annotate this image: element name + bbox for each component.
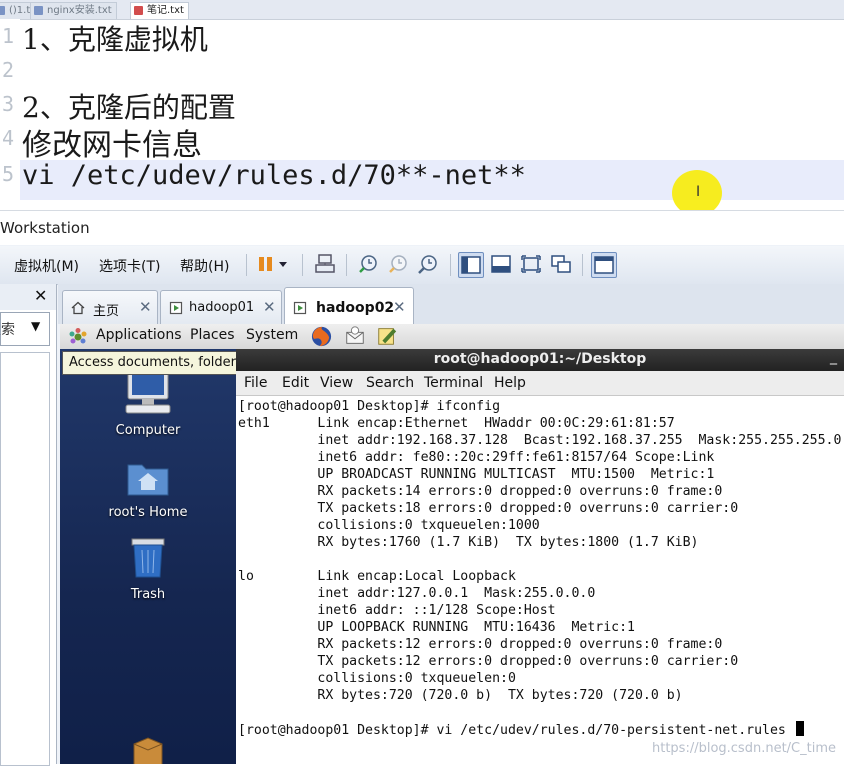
pause-icon[interactable] bbox=[254, 252, 278, 276]
desktop-icon-label: Trash bbox=[130, 587, 166, 602]
line-number: 1 bbox=[1, 24, 14, 48]
watermark: https://blog.csdn.net/C_time bbox=[651, 741, 836, 756]
vm-tab-bar: 主页 ✕ hadoop01 ✕ hadoop02 ✕ bbox=[58, 284, 844, 325]
show-library-icon[interactable] bbox=[458, 252, 484, 278]
desktop-icon-computer[interactable]: Computer bbox=[88, 369, 208, 438]
terminal-menu-bar: File Edit View Search Terminal Help bbox=[236, 371, 844, 396]
file-icon bbox=[134, 6, 143, 15]
close-icon[interactable]: ✕ bbox=[139, 298, 152, 316]
firefox-icon[interactable] bbox=[310, 325, 333, 348]
home-folder-icon bbox=[127, 464, 169, 496]
dropdown-icon[interactable] bbox=[276, 252, 290, 276]
toolbar-separator bbox=[302, 254, 303, 276]
terminal-menu-search[interactable]: Search bbox=[366, 375, 414, 391]
line-number: 3 bbox=[1, 92, 14, 116]
terminal-window[interactable]: root@hadoop01:~/Desktop _ File Edit View… bbox=[236, 349, 844, 764]
text-cursor-icon: I bbox=[696, 184, 701, 200]
terminal-title-bar: root@hadoop01:~/Desktop _ bbox=[236, 349, 844, 371]
library-search[interactable]: 搜索 ▼ bbox=[0, 312, 50, 346]
menu-toolbar: 虚拟机(M) 选项卡(T) 帮助(H) bbox=[0, 246, 844, 285]
library-header: ✕ bbox=[0, 284, 56, 310]
desktop-icon-label: root's Home bbox=[108, 505, 188, 520]
window-title: Workstation bbox=[0, 219, 90, 237]
toolbar-separator bbox=[582, 254, 583, 276]
title-bar: Workstation bbox=[0, 210, 844, 245]
close-icon[interactable]: ✕ bbox=[34, 286, 47, 305]
editor-tab-notes[interactable]: 笔记.txt bbox=[130, 2, 189, 19]
toolbar-separator bbox=[346, 254, 347, 276]
minimize-icon[interactable]: _ bbox=[830, 349, 837, 365]
editor-line-4[interactable]: 修改网卡信息 bbox=[22, 120, 202, 164]
computer-icon bbox=[125, 370, 171, 414]
panel-menu-applications[interactable]: Applications bbox=[96, 327, 182, 343]
vm-icon bbox=[293, 301, 307, 315]
vm-icon bbox=[169, 301, 183, 315]
terminal-cursor bbox=[795, 721, 804, 736]
file-icon bbox=[34, 6, 43, 15]
line-number: 4 bbox=[1, 126, 14, 150]
guest-desktop[interactable]: Computer root's Home Trash bbox=[60, 349, 236, 764]
guest-screen[interactable]: Applications Places System Computer root… bbox=[60, 324, 844, 764]
editor-line-1[interactable]: 1、克隆虚拟机 bbox=[22, 18, 208, 58]
terminal-menu-file[interactable]: File bbox=[244, 375, 267, 391]
terminal-output-area[interactable]: [root@hadoop01 Desktop]# ifconfig eth1 L… bbox=[238, 395, 844, 764]
package-icon[interactable] bbox=[130, 734, 166, 764]
terminal-output: [root@hadoop01 Desktop]# ifconfig eth1 L… bbox=[238, 399, 842, 738]
toolbar-separator bbox=[450, 254, 451, 276]
desktop-icon-label: Computer bbox=[115, 423, 181, 438]
close-icon[interactable]: ✕ bbox=[263, 298, 276, 316]
console-view-icon[interactable] bbox=[489, 252, 513, 276]
tab-hadoop01[interactable]: hadoop01 ✕ bbox=[160, 290, 282, 325]
text-editor: ()1.txt nginx安装.txt 笔记.txt 1 2 3 4 5 1、克… bbox=[0, 0, 844, 210]
snapshot-icon[interactable] bbox=[356, 252, 380, 276]
menu-tabs[interactable]: 选项卡(T) bbox=[99, 256, 160, 276]
tab-label: hadoop01 bbox=[189, 300, 255, 315]
tab-home[interactable]: 主页 ✕ bbox=[62, 290, 158, 325]
panel-menu-system[interactable]: System bbox=[246, 327, 298, 343]
line-number: 2 bbox=[1, 58, 14, 82]
tab-hadoop02[interactable]: hadoop02 ✕ bbox=[284, 287, 414, 325]
quick-switch-icon[interactable] bbox=[591, 252, 617, 278]
desktop-icon-home[interactable]: root's Home bbox=[88, 459, 208, 520]
line-number: 5 bbox=[1, 162, 14, 186]
chevron-down-icon[interactable]: ▼ bbox=[31, 319, 40, 333]
terminal-menu-help[interactable]: Help bbox=[494, 375, 526, 391]
revert-snapshot-icon[interactable] bbox=[386, 252, 410, 276]
editor-tab-nginx[interactable]: nginx安装.txt bbox=[30, 2, 117, 19]
vm-library-list[interactable] bbox=[0, 352, 50, 766]
editor-line-5[interactable]: vi /etc/udev/rules.d/70**-net** bbox=[22, 160, 526, 191]
send-keys-icon[interactable] bbox=[313, 252, 337, 276]
mail-icon[interactable] bbox=[344, 325, 366, 347]
menu-vm[interactable]: 虚拟机(M) bbox=[14, 256, 79, 276]
desktop-icon-trash[interactable]: Trash bbox=[88, 535, 208, 602]
menu-help[interactable]: 帮助(H) bbox=[180, 256, 229, 276]
trash-icon bbox=[131, 538, 165, 578]
terminal-menu-terminal[interactable]: Terminal bbox=[424, 375, 483, 391]
home-icon bbox=[71, 301, 85, 315]
snapshot-manager-icon[interactable] bbox=[416, 252, 440, 276]
text-editor-icon[interactable] bbox=[376, 325, 398, 347]
terminal-title: root@hadoop01:~/Desktop bbox=[433, 351, 647, 367]
close-icon[interactable]: ✕ bbox=[393, 298, 406, 316]
toolbar-separator bbox=[246, 254, 247, 276]
vmware-window: Workstation 虚拟机(M) 选项卡(T) 帮助(H) ✕ 索 ▼ 主页… bbox=[0, 210, 844, 766]
file-icon bbox=[0, 6, 5, 15]
library-panel: ✕ 搜索 ▼ bbox=[0, 284, 57, 766]
search-placeholder: 搜索 bbox=[0, 322, 15, 338]
tab-label: 主页 bbox=[93, 304, 120, 319]
line-number-gutter: 1 2 3 4 5 bbox=[0, 19, 20, 210]
editor-tab-bar: ()1.txt nginx安装.txt 笔记.txt bbox=[0, 0, 844, 20]
gnome-foot-icon bbox=[69, 328, 87, 344]
panel-menu-places[interactable]: Places bbox=[190, 327, 235, 343]
terminal-menu-view[interactable]: View bbox=[320, 375, 353, 391]
unity-icon[interactable] bbox=[549, 252, 573, 276]
gnome-top-panel: Applications Places System bbox=[60, 324, 844, 350]
tab-label: hadoop02 bbox=[316, 300, 395, 316]
fullscreen-icon[interactable] bbox=[519, 252, 543, 276]
terminal-menu-edit[interactable]: Edit bbox=[282, 375, 309, 391]
